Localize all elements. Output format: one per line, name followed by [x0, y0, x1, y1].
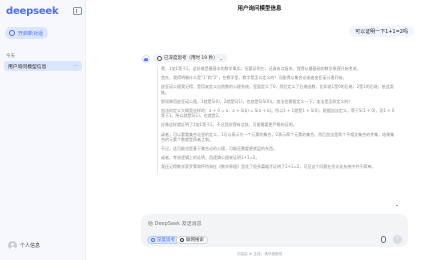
sidebar-header: deepseek: [6, 4, 82, 18]
profile-name: 个人信息: [20, 243, 41, 249]
sidebar: deepseek 开启新对话 今天 用户询问模型信息 ··· 个人信息: [0, 0, 86, 260]
reasoning-paragraph: 我还记得数学家罗素和怀特海在《数学原理》里花了很多篇幅才证明了1+1=2，可见这…: [161, 164, 376, 170]
web-search-toggle[interactable]: 联网搜索: [176, 236, 208, 244]
collapse-sidebar-icon[interactable]: [73, 7, 82, 15]
reasoning-paragraph: 皮亚诺公理我记得，是用来定义自然数的公理系统。里面定义了0，然后定义了后继函数，…: [161, 84, 394, 95]
send-button[interactable]: ↑: [393, 235, 402, 244]
thinking-toggle[interactable]: 已深度思考（用时 19 秒） ⌄: [153, 54, 227, 62]
reasoning-paragraph: 或者，考虑逻辑上的证明，用逻辑公理来证明1+1=2。: [161, 155, 260, 161]
web-search-label: 联网搜索: [186, 238, 204, 243]
new-chat-button[interactable]: 开启新对话: [5, 27, 48, 39]
reasoning-paragraph: 好像这样就证明了1加1等于2，不过我觉得有点快，可能需要更严格的证明。: [161, 122, 297, 128]
reasoning-paragraph: 那如果用皮亚诺公理，1就是S(0)，2就是S(1)，也就是S(S(0))。加法也…: [161, 98, 353, 104]
message-composer: 深度思考 联网搜索 ↑: [141, 214, 408, 247]
user-message: 可以证明一下1+1=2吗: [349, 26, 414, 37]
more-options-icon[interactable]: ···: [73, 63, 78, 69]
deep-think-label: 深度思考: [157, 238, 175, 243]
reasoning-paragraph: 或者，可以看看集合论里的定义，1可以表示为一个元素的集合，2表示两个元素的集合。…: [161, 131, 395, 142]
globe-icon: [180, 238, 184, 242]
new-chat-label: 开启新对话: [18, 30, 44, 37]
scroll-down-button[interactable]: ⌄: [393, 201, 401, 209]
disclaimer: 内容由 AI 生成，请仔细甄别: [236, 252, 283, 256]
chevron-down-icon: ⌄: [219, 55, 223, 61]
thinking-label: 已深度思考（用时 19 秒）: [164, 56, 218, 61]
profile-button[interactable]: 个人信息: [8, 241, 40, 250]
history-item-label: 用户询问模型信息: [8, 64, 47, 70]
history-section-label: 今天: [6, 54, 15, 59]
chat-title: 用户询问模型信息: [237, 6, 282, 12]
reasoning-paragraph: 不过，这可能也是基于集合论的公理，可能还需要更底层的东西。: [161, 146, 277, 152]
deep-think-icon: [151, 238, 155, 242]
thinking-icon: [157, 55, 162, 61]
message-input[interactable]: [148, 221, 348, 227]
avatar: [8, 241, 17, 250]
deepseek-whale-icon: [142, 55, 150, 63]
attach-icon[interactable]: [381, 236, 386, 243]
deep-think-toggle[interactable]: 深度思考: [147, 236, 179, 244]
chat-area: 用户询问模型信息 可以证明一下1+1=2吗 已深度思考（用时 19 秒） ⌄ 嗯…: [87, 0, 432, 260]
send-arrow-icon: ↑: [395, 236, 400, 242]
deepseek-logo: deepseek: [6, 5, 59, 17]
reasoning-paragraph: 首先，我得明确什么是“1”和“2”，在数学里，数字是怎么定义的？可能得从集合论或…: [161, 75, 347, 81]
reasoning-content: 嗯，1加1等于2，这好像是最基本的数学事实，但要证明它，还真有点复杂。我得从最基…: [157, 66, 397, 174]
reasoning-paragraph: 加法的定义大概是这样的：a + 0 = a，a + S(b) = S(a + b…: [161, 108, 395, 119]
new-chat-icon: [9, 30, 15, 36]
reasoning-paragraph: 嗯，1加1等于2，这好像是最基本的数学事实，但要证明它，还真有点复杂。我得从最基…: [161, 66, 361, 71]
history-item[interactable]: 用户询问模型信息 ···: [4, 61, 82, 71]
